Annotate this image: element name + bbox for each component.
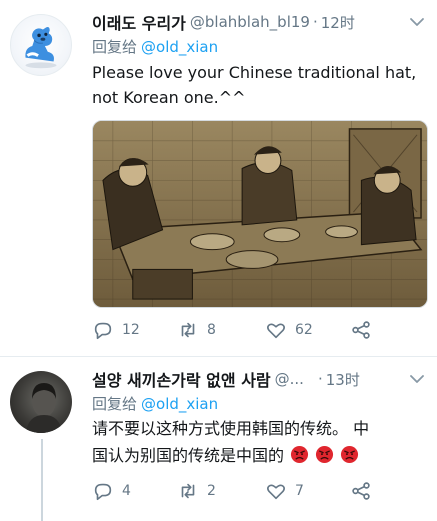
angry-face-emoji-icon [316,445,334,464]
retweet-button[interactable]: 8 [177,319,216,341]
display-name[interactable]: 이래도 우리가 [92,10,186,34]
tweet-text-line: Please love your Chinese traditional hat… [92,63,417,82]
separator-dot: · [312,13,318,31]
tweet-media-image[interactable] [92,120,428,308]
speech-bubble-icon [94,483,112,501]
like-button[interactable]: 7 [265,480,304,502]
tweet[interactable]: 설양 새끼손가락 없앤 사람 @... · 13时 回复给 @old_xian 请… [0,357,437,521]
like-count: 62 [295,322,313,338]
reply-prefix: 回复给 [92,395,138,413]
chevron-down-icon[interactable] [409,14,425,30]
angry-face-emoji-icon [341,445,359,464]
tweet-text-line: not Korean one.^^ [92,88,246,107]
user-handle[interactable]: @... [275,370,304,388]
tweet[interactable]: 이래도 우리가 @blahblah_bl19 · 12时 回复给 @old_xia… [0,0,437,356]
retweet-count: 8 [207,322,216,338]
reply-count: 4 [122,483,131,499]
retweet-arrows-icon [181,483,195,499]
reply-context: 回复给 @old_xian [92,393,218,414]
tweet-header: 이래도 우리가 @blahblah_bl19 · 12时 [92,10,429,34]
tweet-header: 설양 새끼손가락 없앤 사람 @... · 13时 [92,367,429,391]
tweet-text: 请不要以这种方式使用韩国的传统。 中 国认为别国的传统是中国的 [92,415,429,469]
share-button[interactable] [350,480,372,502]
dark-portrait-avatar-icon [26,383,62,433]
tweet-text: Please love your Chinese traditional hat… [92,60,429,110]
heart-icon [267,484,285,500]
thread-line [41,439,43,521]
reply-to-link[interactable]: @old_xian [141,395,218,413]
tweet-text-line: 国认为别国的传统是中国的 [92,446,285,465]
speech-bubble-icon [94,322,112,340]
retweet-arrows-icon [181,322,195,338]
retweet-button[interactable]: 2 [177,480,216,502]
reply-context: 回复给 @old_xian [92,36,218,57]
reply-button[interactable]: 12 [92,319,140,341]
share-nodes-icon [352,321,370,339]
share-button[interactable] [350,319,372,341]
like-count: 7 [295,483,304,499]
tweet-text-line: 请不要以这种方式使用韩国的传统。 中 [92,419,370,438]
avatar[interactable] [10,371,72,433]
user-handle[interactable]: @blahblah_bl19 [190,13,310,31]
timestamp[interactable]: 13时 [326,369,360,390]
tweet-text-line-with-emoji: 国认为别国的传统是中国的 [92,442,429,469]
heart-icon [267,323,285,339]
avatar[interactable] [10,14,72,76]
reply-prefix: 回复给 [92,38,138,56]
like-button[interactable]: 62 [265,319,313,341]
display-name[interactable]: 설양 새끼손가락 없앤 사람 [92,367,271,391]
qing-dynasty-banquet-painting-icon [93,121,427,307]
angry-face-emoji-icon [291,445,309,464]
reply-button[interactable]: 4 [92,480,131,502]
share-nodes-icon [352,482,370,500]
reply-to-link[interactable]: @old_xian [141,38,218,56]
timestamp[interactable]: 12时 [321,12,355,33]
blue-dog-plush-avatar-icon [25,27,57,69]
reply-count: 12 [122,322,140,338]
retweet-count: 2 [207,483,216,499]
separator-dot: · [317,370,323,388]
chevron-down-icon[interactable] [409,371,425,387]
